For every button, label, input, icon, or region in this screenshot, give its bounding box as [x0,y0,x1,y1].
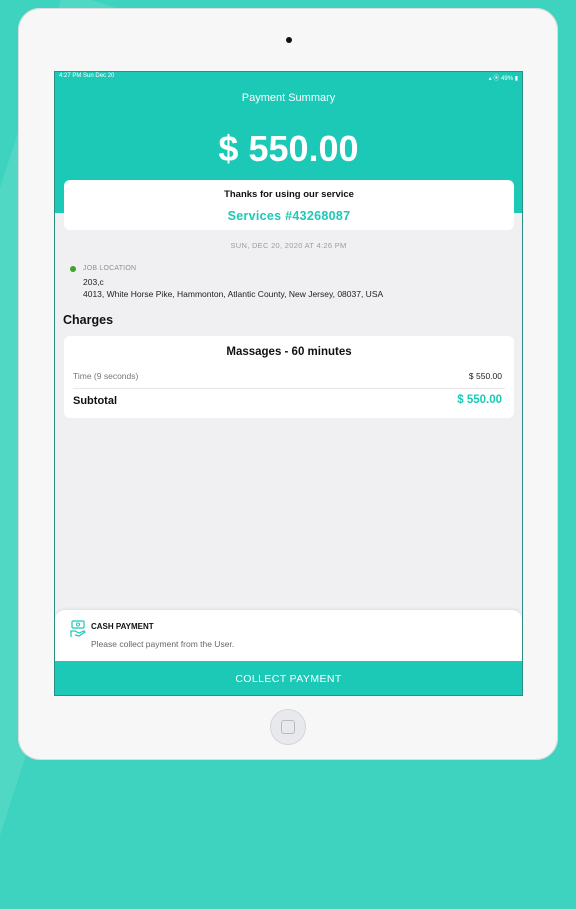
total-amount: $ 550.00 [218,128,359,169]
front-camera [286,37,292,43]
job-location-label: JOB LOCATION [83,265,137,272]
thanks-message: Thanks for using our service [224,189,354,200]
payment-method-title: CASH PAYMENT [91,622,154,631]
charges-divider [73,388,505,389]
thanks-card: Thanks for using our service Services #4… [64,180,514,230]
payment-method-description: Please collect payment from the User. [91,639,235,649]
payment-method-panel: CASH PAYMENT Please collect payment from… [55,610,522,662]
location-dot-icon [70,266,76,272]
status-time: 4:27 PM Sun Dec 20 [59,73,115,79]
subtotal-label: Subtotal [73,395,117,407]
status-indicators: ▴ ⦿ 49% ▮ [488,76,518,82]
page-title: Payment Summary [241,92,336,104]
home-button[interactable] [270,709,306,745]
home-button-icon [281,720,295,734]
status-bar: 4:27 PM Sun Dec 20 ▴ ⦿ 49% ▮ [55,72,522,82]
subtotal-value: $ 550.00 [457,394,502,406]
charges-heading: Charges [63,313,114,327]
job-location-address: 4013, White Horse Pike, Hammonton, Atlan… [83,289,384,299]
charge-row-value: $ 550.00 [468,371,502,381]
service-id: Services #43268087 [227,209,351,223]
charges-card: Massages - 60 minutes Time (9 seconds) $… [64,336,514,418]
charge-row-label: Time (9 seconds) [73,371,139,381]
charges-service-title: Massages - 60 minutes [226,346,352,358]
collect-payment-button[interactable]: COLLECT PAYMENT [55,661,522,695]
service-date: SUN, DEC 20, 2020 AT 4:26 PM [230,241,347,250]
cash-icon [70,620,86,637]
app-screen: 4:27 PM Sun Dec 20 ▴ ⦿ 49% ▮ Payment Sum… [54,71,523,696]
job-location-line1: 203,c [83,277,104,287]
